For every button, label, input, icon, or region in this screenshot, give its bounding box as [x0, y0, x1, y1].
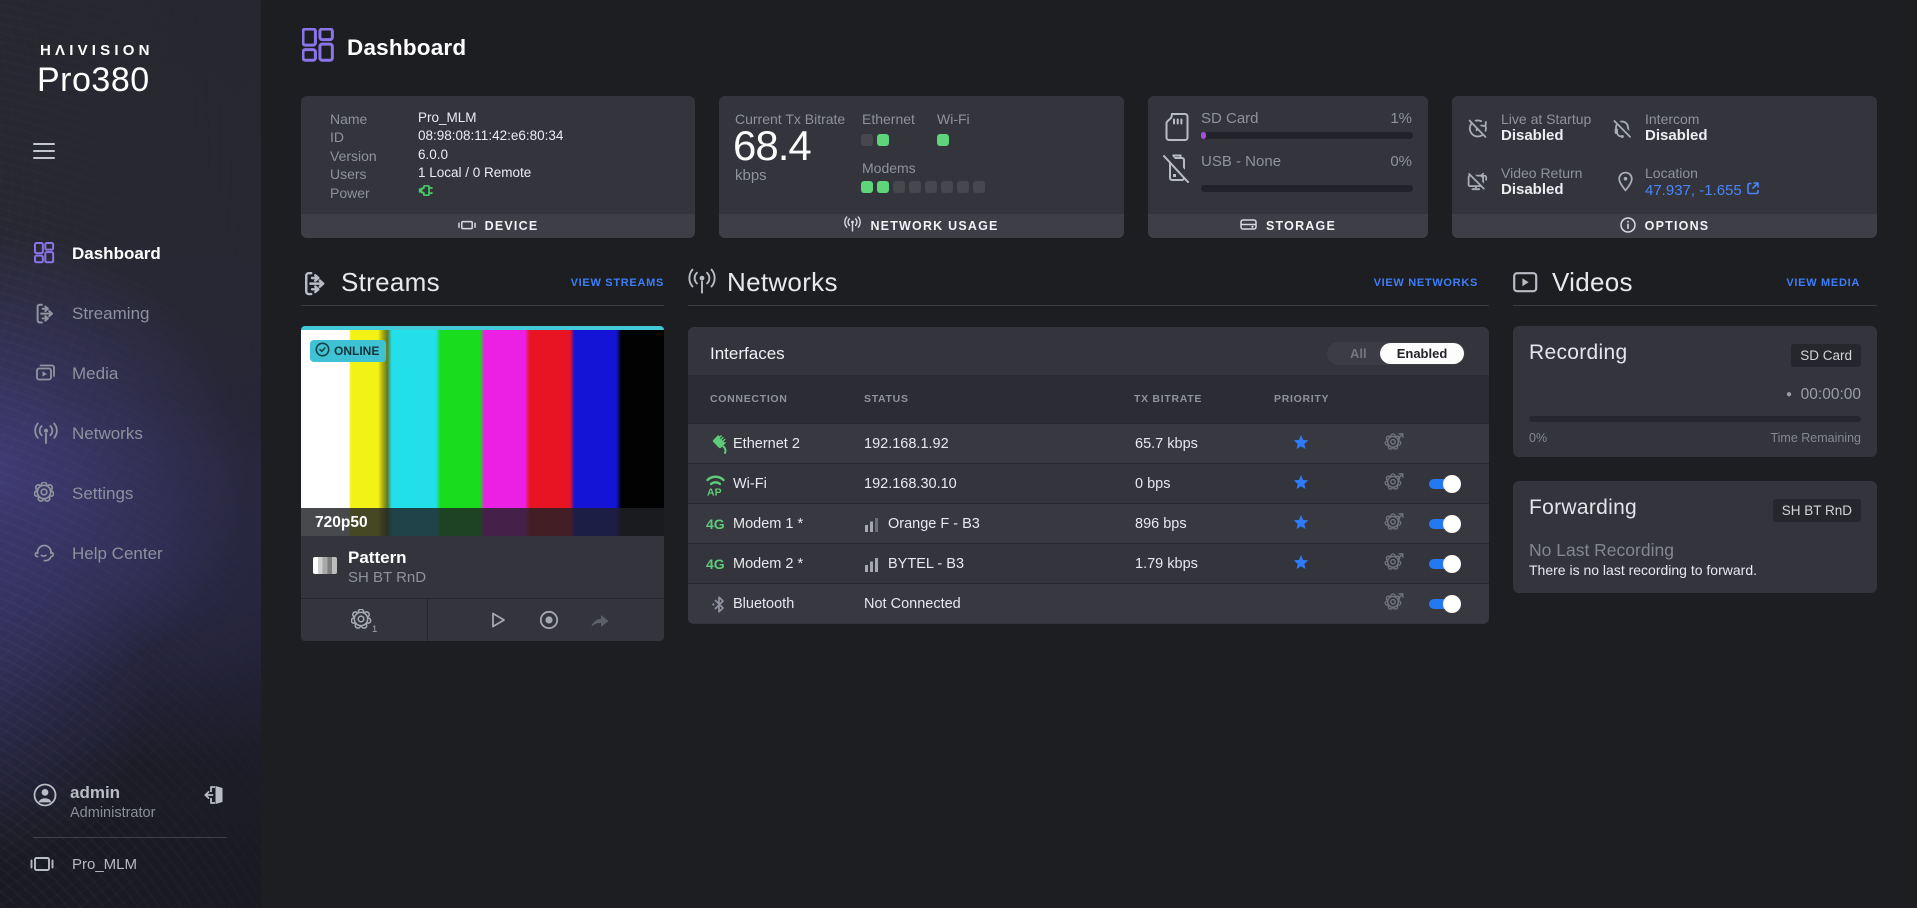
svg-text:AP: AP — [707, 486, 722, 497]
svg-text:1: 1 — [372, 624, 377, 634]
